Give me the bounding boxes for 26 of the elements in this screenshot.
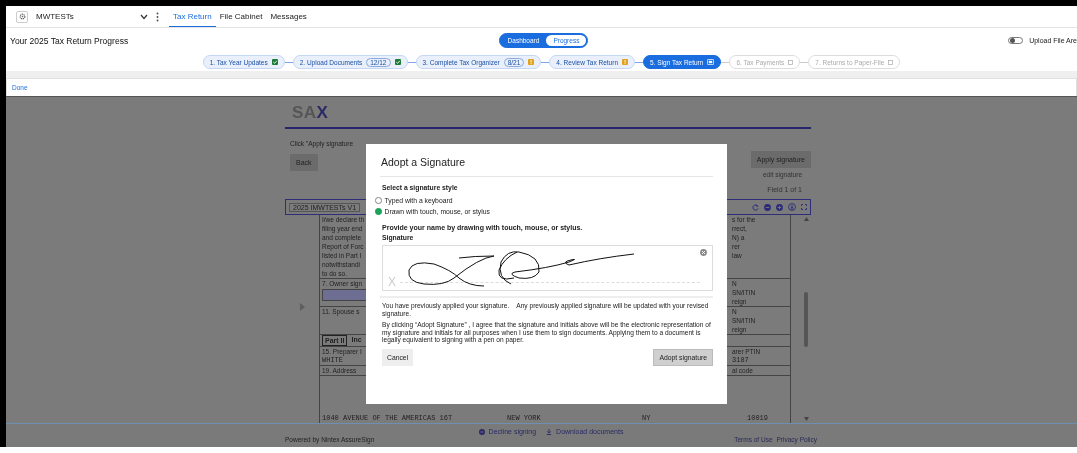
gear-icon [18,13,26,20]
download-icon[interactable] [788,203,796,211]
zoom-out-icon[interactable] [764,203,771,211]
expand-icon[interactable] [801,204,807,210]
kebab-menu-icon[interactable] [156,11,159,22]
check-icon [271,59,278,65]
download-icon [546,428,553,435]
minus-circle-icon [478,428,485,435]
nav-tab[interactable]: Tax Return [169,6,216,27]
warning-icon [622,59,629,65]
org-button[interactable] [16,10,28,23]
nav-tab[interactable]: File Cabinet [215,6,267,27]
refresh-icon[interactable] [752,203,759,211]
warning-icon [528,59,535,65]
page-title: Your 2025 Tax Return Progress [10,35,130,46]
nav-tab[interactable]: Messages [266,6,311,27]
check-icon [394,59,401,65]
scroll-up-icon[interactable] [803,217,809,221]
dialog-title: Adopt a Signature [380,144,713,177]
chevron-down-icon[interactable] [140,13,148,20]
chevron-right-icon[interactable] [298,301,306,312]
document-icon [707,59,715,65]
org-name: MWTESTs [36,12,74,21]
clear-icon[interactable] [700,249,707,256]
zoom-in-icon[interactable] [776,203,783,211]
scroll-down-icon[interactable] [803,417,809,421]
